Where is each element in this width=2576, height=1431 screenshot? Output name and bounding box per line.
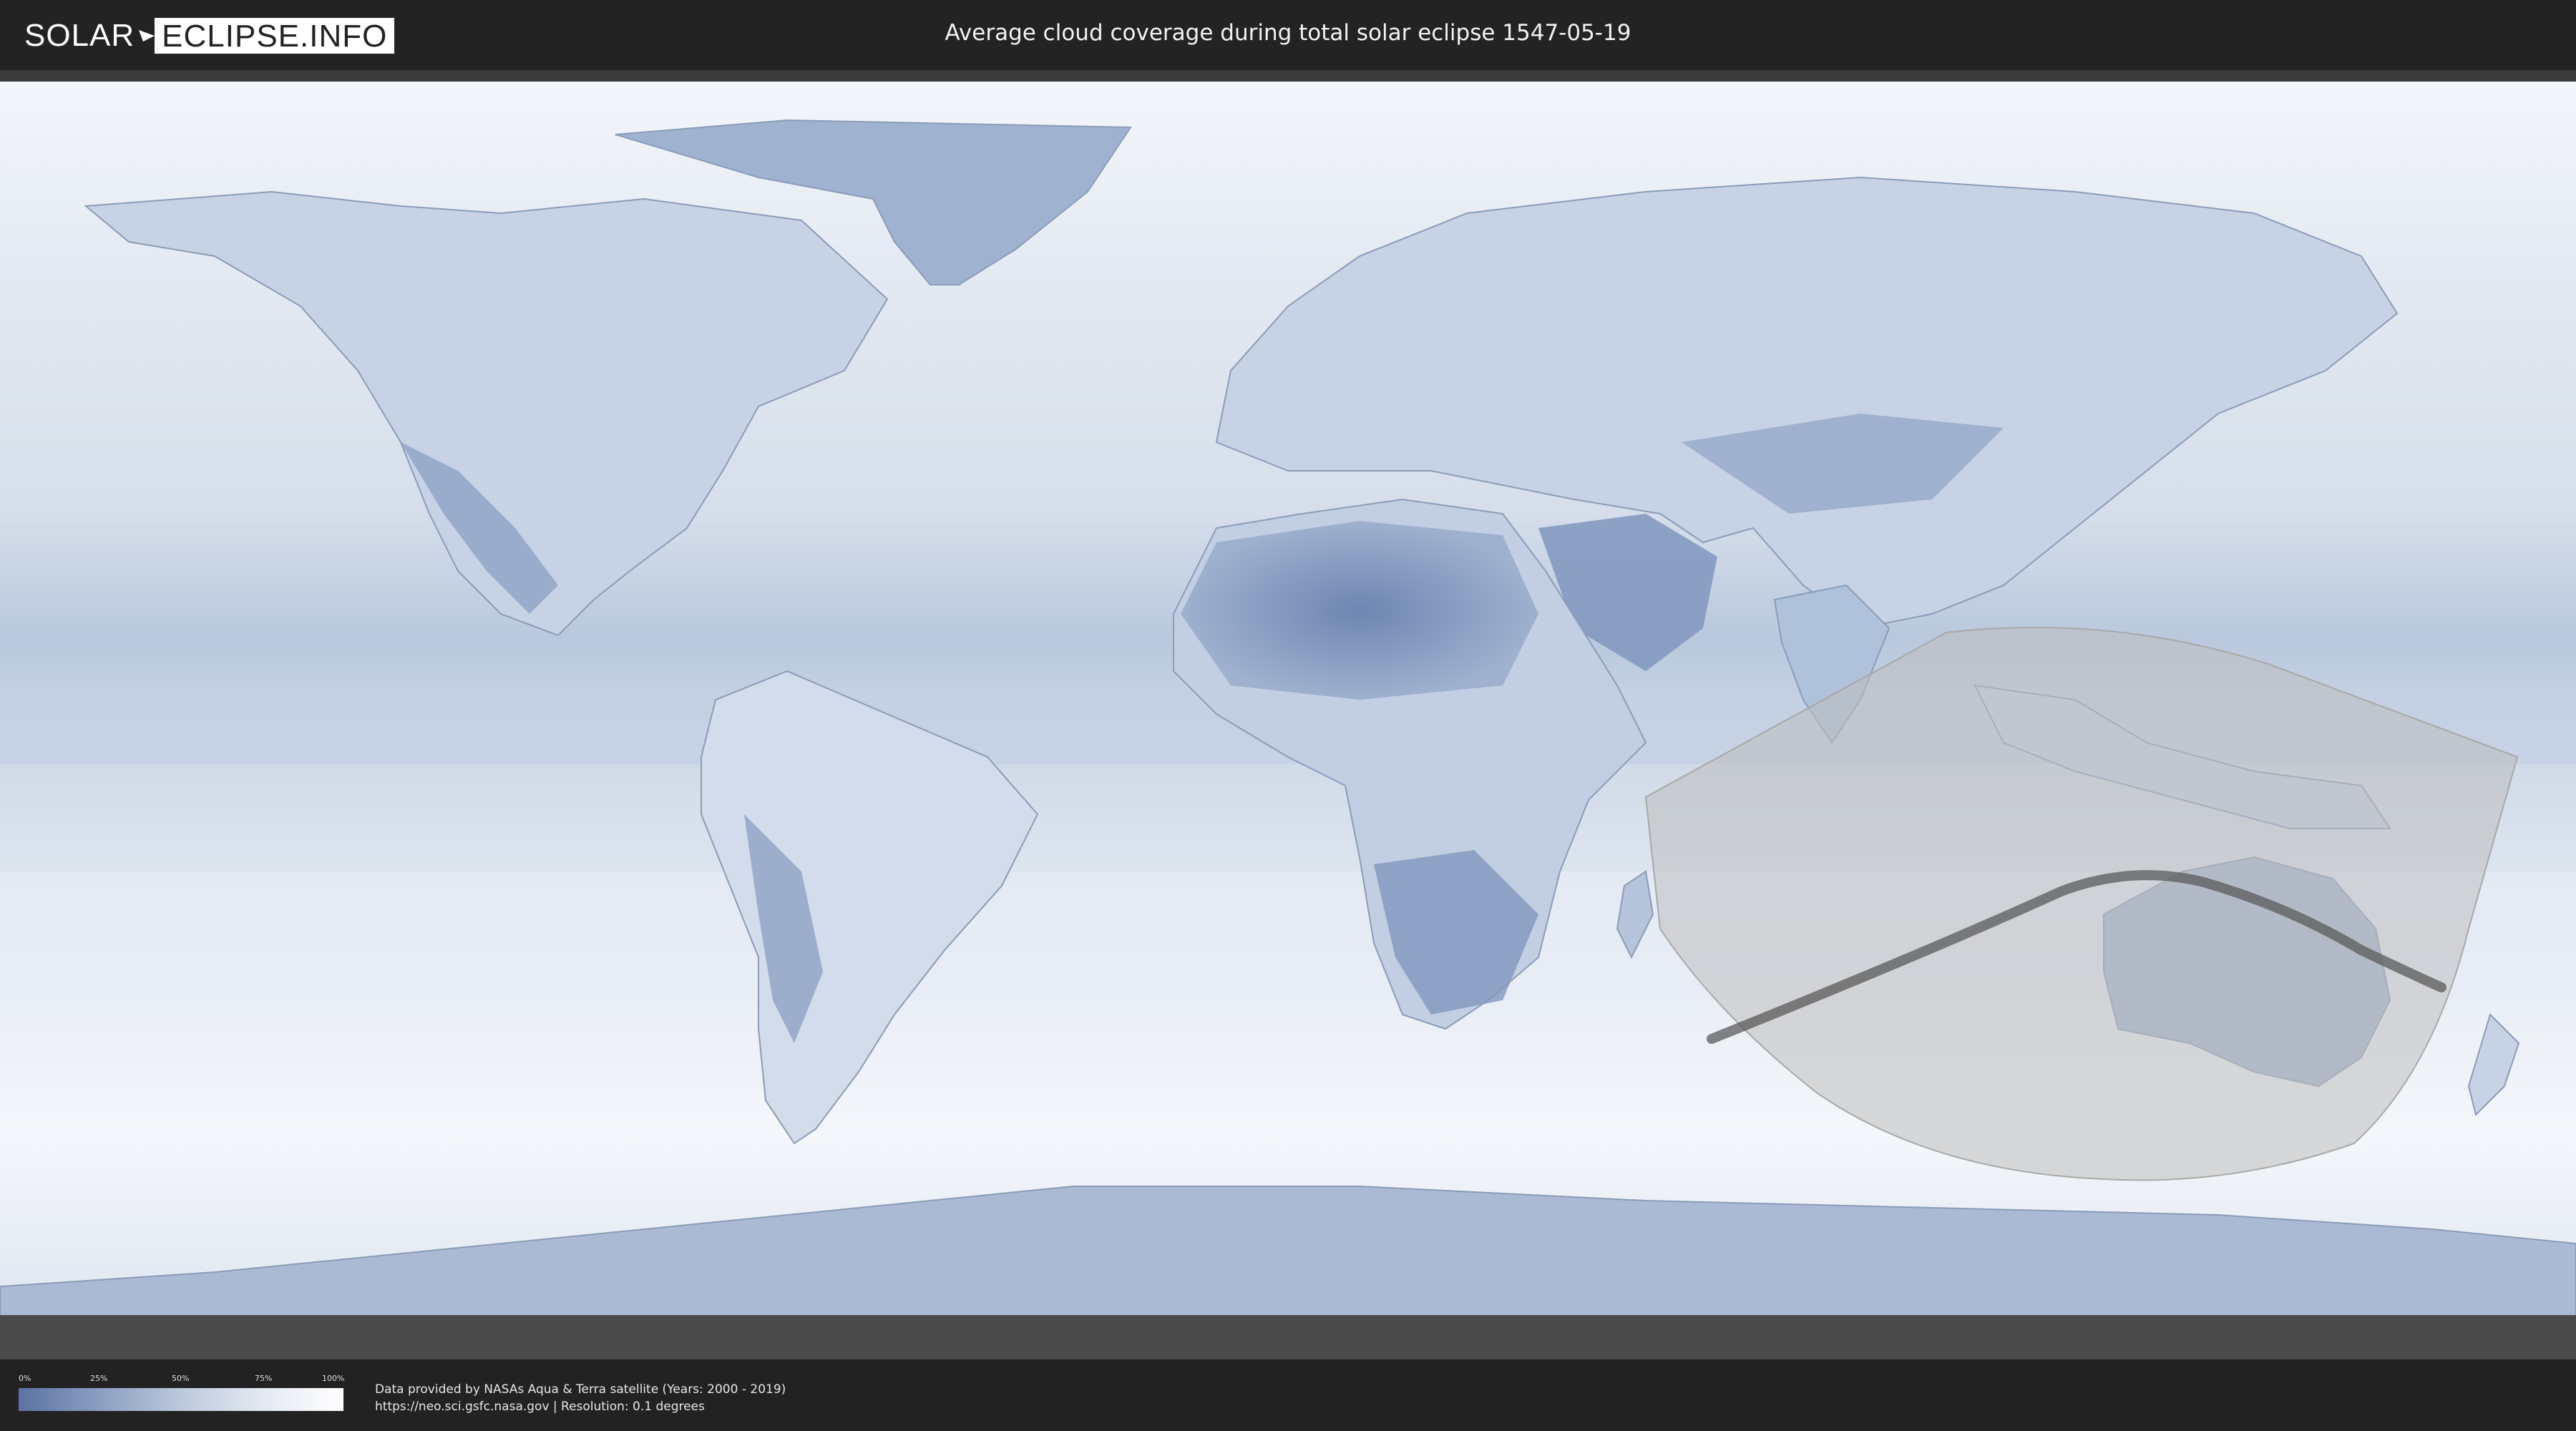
legend-tick-75: 75% <box>255 1374 273 1383</box>
legend-tick-100: 100% <box>322 1374 345 1383</box>
world-map[interactable] <box>0 70 2576 1359</box>
page-title: Average cloud coverage during total sola… <box>945 20 1631 46</box>
map-bottom-edge <box>0 1315 2576 1359</box>
legend-color-bar <box>19 1388 343 1411</box>
sahara-dry-region <box>1181 521 1538 700</box>
legend-tick-25: 25% <box>90 1374 108 1383</box>
footer-bar: 0% 25% 50% 75% 100% Data provided by NAS… <box>0 1359 2576 1431</box>
legend-tick-50: 50% <box>172 1374 190 1383</box>
header-bar: SOLAR ECLIPSE.INFO Average cloud coverag… <box>0 0 2576 70</box>
legend-tick-0: 0% <box>19 1374 31 1383</box>
data-credits: Data provided by NASAs Aqua & Terra sate… <box>375 1381 786 1415</box>
cloud-coverage-legend: 0% 25% 50% 75% 100% <box>19 1374 345 1411</box>
legend-ticks: 0% 25% 50% 75% 100% <box>19 1374 345 1385</box>
cloud-coverage-map[interactable] <box>0 70 2576 1359</box>
credits-line-url[interactable]: https://neo.sci.gsfc.nasa.gov | Resoluti… <box>375 1398 786 1415</box>
credits-line-source: Data provided by NASAs Aqua & Terra sate… <box>375 1382 786 1397</box>
